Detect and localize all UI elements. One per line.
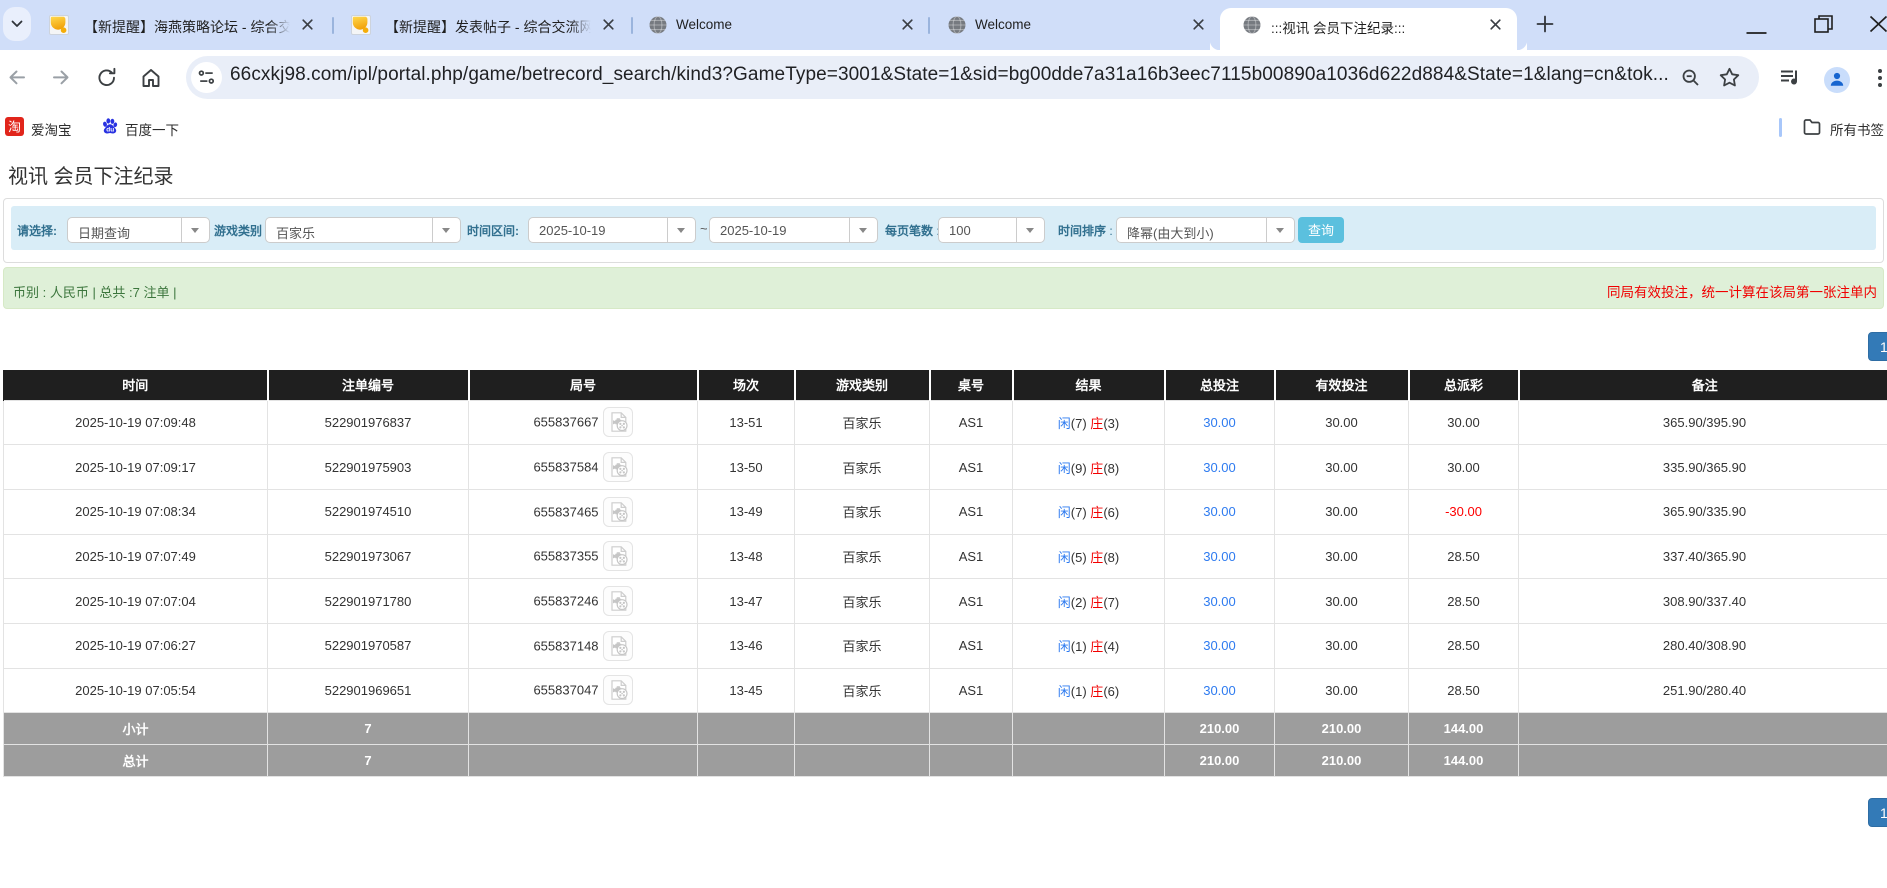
svg-text:du: du: [106, 126, 114, 133]
svg-text:淘: 淘: [8, 117, 21, 136]
